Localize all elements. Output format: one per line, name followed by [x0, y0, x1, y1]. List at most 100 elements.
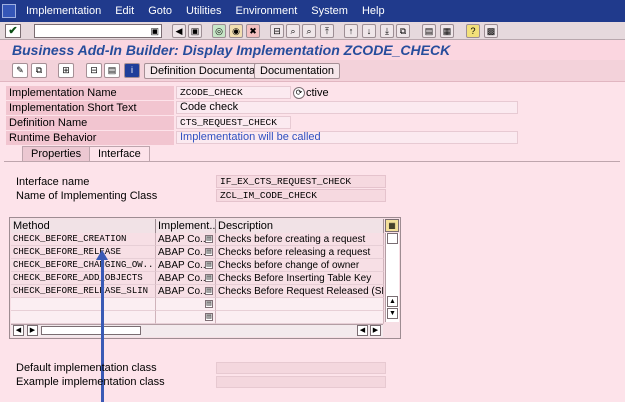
next-page-icon[interactable]: ↓	[362, 24, 376, 38]
page-title: Business Add-In Builder: Display Impleme…	[12, 42, 451, 58]
definition-name-label: Definition Name	[6, 116, 174, 130]
runtime-behavior-value: Implementation will be called	[176, 131, 518, 144]
menu-implementation[interactable]: Implementation	[26, 5, 101, 17]
find-next-icon[interactable]: ⌕	[302, 24, 316, 38]
method-cell: CHECK_BEFORE_CHANGING_OW...	[11, 259, 156, 272]
description-column-header[interactable]: Description	[216, 219, 384, 233]
implementation-column-header[interactable]: Implement...	[156, 219, 216, 233]
table-row[interactable]: ▤	[11, 311, 384, 324]
checkmark-icon[interactable]: ✔	[5, 24, 21, 38]
scroll-left-end-icon[interactable]: ◀	[357, 325, 368, 336]
table-row[interactable]: ▤	[11, 298, 384, 311]
command-field[interactable]: ▣	[34, 24, 162, 38]
method-cell	[11, 311, 156, 324]
f4-help-icon[interactable]: ▤	[205, 274, 213, 282]
layout-icon[interactable]: ▦	[440, 24, 454, 38]
description-cell: Checks before creating a request	[216, 233, 384, 246]
menu-goto[interactable]: Goto	[148, 5, 172, 17]
other-object-icon[interactable]: ⧉	[31, 63, 47, 78]
f4-help-icon[interactable]: ▤	[205, 261, 213, 269]
description-cell: Checks before change of owner	[216, 259, 384, 272]
exit-icon[interactable]: ◉	[229, 24, 243, 38]
scroll-up-arrow-icon[interactable]: ▲	[387, 296, 398, 307]
navigation-icon[interactable]: ▤	[104, 63, 120, 78]
back-icon[interactable]: ◎	[212, 24, 226, 38]
shortcut-icon[interactable]: ▤	[422, 24, 436, 38]
runtime-behavior-row: Runtime Behavior Implementation will be …	[6, 131, 518, 145]
menu-utilities[interactable]: Utilities	[186, 5, 221, 17]
save-icon[interactable]: ▣	[188, 24, 202, 38]
help-icon[interactable]: ?	[466, 24, 480, 38]
scroll-left-icon[interactable]: ◀	[13, 325, 24, 336]
menu-help[interactable]: Help	[362, 5, 385, 17]
table-row[interactable]: CHECK_BEFORE_CREATION ABAP Co... ▤ Check…	[11, 233, 384, 246]
method-cell	[11, 298, 156, 311]
method-column-header[interactable]: Method	[11, 219, 156, 233]
definition-name-value: CTS_REQUEST_CHECK	[176, 116, 291, 129]
horizontal-scrollbar[interactable]: ◀ ▶ ◀ ▶	[11, 324, 383, 337]
f4-help-icon[interactable]: ▤	[205, 248, 213, 256]
scroll-right-small-icon[interactable]: ▶	[27, 325, 38, 336]
implementation-name-row: Implementation Name ZCODE_CHECK ⟳ ctive	[6, 86, 518, 100]
tab-properties[interactable]: Properties	[22, 146, 91, 162]
description-cell: Checks Before Request Released (SLIN	[216, 285, 384, 298]
table-row[interactable]: CHECK_BEFORE_RELEASE_SLIN ABAP Co... ▤ C…	[11, 285, 384, 298]
method-cell: CHECK_BEFORE_RELEASE	[11, 246, 156, 259]
info-icon[interactable]: i	[124, 63, 140, 78]
standard-toolbar: ✔ ▣ ◀ ▣ ◎ ◉ ✖ ⊟ ⌕ ⌕ ⤒ ↑ ↓ ⤓ ⧉ ▤ ▦ ? ▩	[0, 22, 625, 40]
scroll-right-icon[interactable]: ▶	[370, 325, 381, 336]
f4-help-icon[interactable]: ▤	[205, 287, 213, 295]
last-page-icon[interactable]: ⤓	[380, 24, 394, 38]
method-cell: CHECK_BEFORE_RELEASE_SLIN	[11, 285, 156, 298]
default-implementation-class-value	[216, 362, 386, 374]
scroll-up-icon[interactable]	[387, 233, 398, 244]
table-row[interactable]: CHECK_BEFORE_ADD_OBJECTS ABAP Co... ▤ Ch…	[11, 272, 384, 285]
table-row[interactable]: CHECK_BEFORE_CHANGING_OW... ABAP Co... ▤…	[11, 259, 384, 272]
scroll-down-icon[interactable]: ▼	[387, 308, 398, 319]
method-cell: CHECK_BEFORE_ADD_OBJECTS	[11, 272, 156, 285]
menu-environment[interactable]: Environment	[236, 5, 298, 17]
implementing-class-value: ZCL_IM_CODE_CHECK	[216, 189, 386, 202]
f4-help-icon[interactable]: ▤	[205, 235, 213, 243]
tab-interface[interactable]: Interface	[89, 146, 150, 162]
short-text-label: Implementation Short Text	[6, 101, 174, 115]
hierarchy-icon[interactable]: ⊞	[58, 63, 74, 78]
table-settings-icon[interactable]: ▦	[385, 219, 399, 232]
display-change-icon[interactable]: ✎	[12, 63, 28, 78]
menu-edit[interactable]: Edit	[115, 5, 134, 17]
description-cell: Checks before releasing a request	[216, 246, 384, 259]
example-implementation-class-label: Example implementation class	[16, 376, 165, 388]
f4-help-icon[interactable]: ▤	[205, 300, 213, 308]
default-implementation-class-label: Default implementation class	[16, 362, 157, 374]
back-arrow-icon[interactable]: ◀	[172, 24, 186, 38]
short-text-row: Implementation Short Text Code check	[6, 101, 518, 115]
object-list-icon[interactable]: ⊟	[86, 63, 102, 78]
active-status-icon: ⟳	[293, 87, 305, 99]
system-menu-icon[interactable]	[2, 4, 16, 18]
definition-name-row: Definition Name CTS_REQUEST_CHECK	[6, 116, 518, 130]
create-session-icon[interactable]: ⧉	[396, 24, 410, 38]
menu-system[interactable]: System	[311, 5, 348, 17]
documentation-button[interactable]: Documentation	[254, 63, 340, 79]
description-cell	[216, 298, 384, 311]
table-row[interactable]: CHECK_BEFORE_RELEASE ABAP Co... ▤ Checks…	[11, 246, 384, 259]
implementing-class-label: Name of Implementing Class	[16, 190, 158, 202]
cancel-icon[interactable]: ✖	[246, 24, 260, 38]
implementation-name-label: Implementation Name	[6, 86, 174, 100]
description-cell	[216, 311, 384, 324]
vertical-scrollbar[interactable]: ▼ ▲	[385, 233, 399, 322]
customize-icon[interactable]: ▩	[484, 24, 498, 38]
example-implementation-class-value	[216, 376, 386, 388]
f4-help-icon[interactable]: ▤	[205, 313, 213, 321]
definition-documentation-button[interactable]: Definition Documenta	[144, 63, 262, 79]
application-toolbar: ✎ ⧉ ⊞ ⊟ ▤ i Definition Documenta Documen…	[0, 60, 625, 82]
title-bar: Business Add-In Builder: Display Impleme…	[0, 40, 625, 60]
short-text-value: Code check	[176, 101, 518, 114]
methods-table: Method Implement... Description ▦ CHECK_…	[9, 217, 401, 339]
previous-page-icon[interactable]: ↑	[344, 24, 358, 38]
print-icon[interactable]: ⊟	[270, 24, 284, 38]
first-page-icon[interactable]: ⤒	[320, 24, 334, 38]
find-icon[interactable]: ⌕	[286, 24, 300, 38]
scroll-thumb[interactable]	[41, 326, 141, 335]
interface-name-value: IF_EX_CTS_REQUEST_CHECK	[216, 175, 386, 188]
